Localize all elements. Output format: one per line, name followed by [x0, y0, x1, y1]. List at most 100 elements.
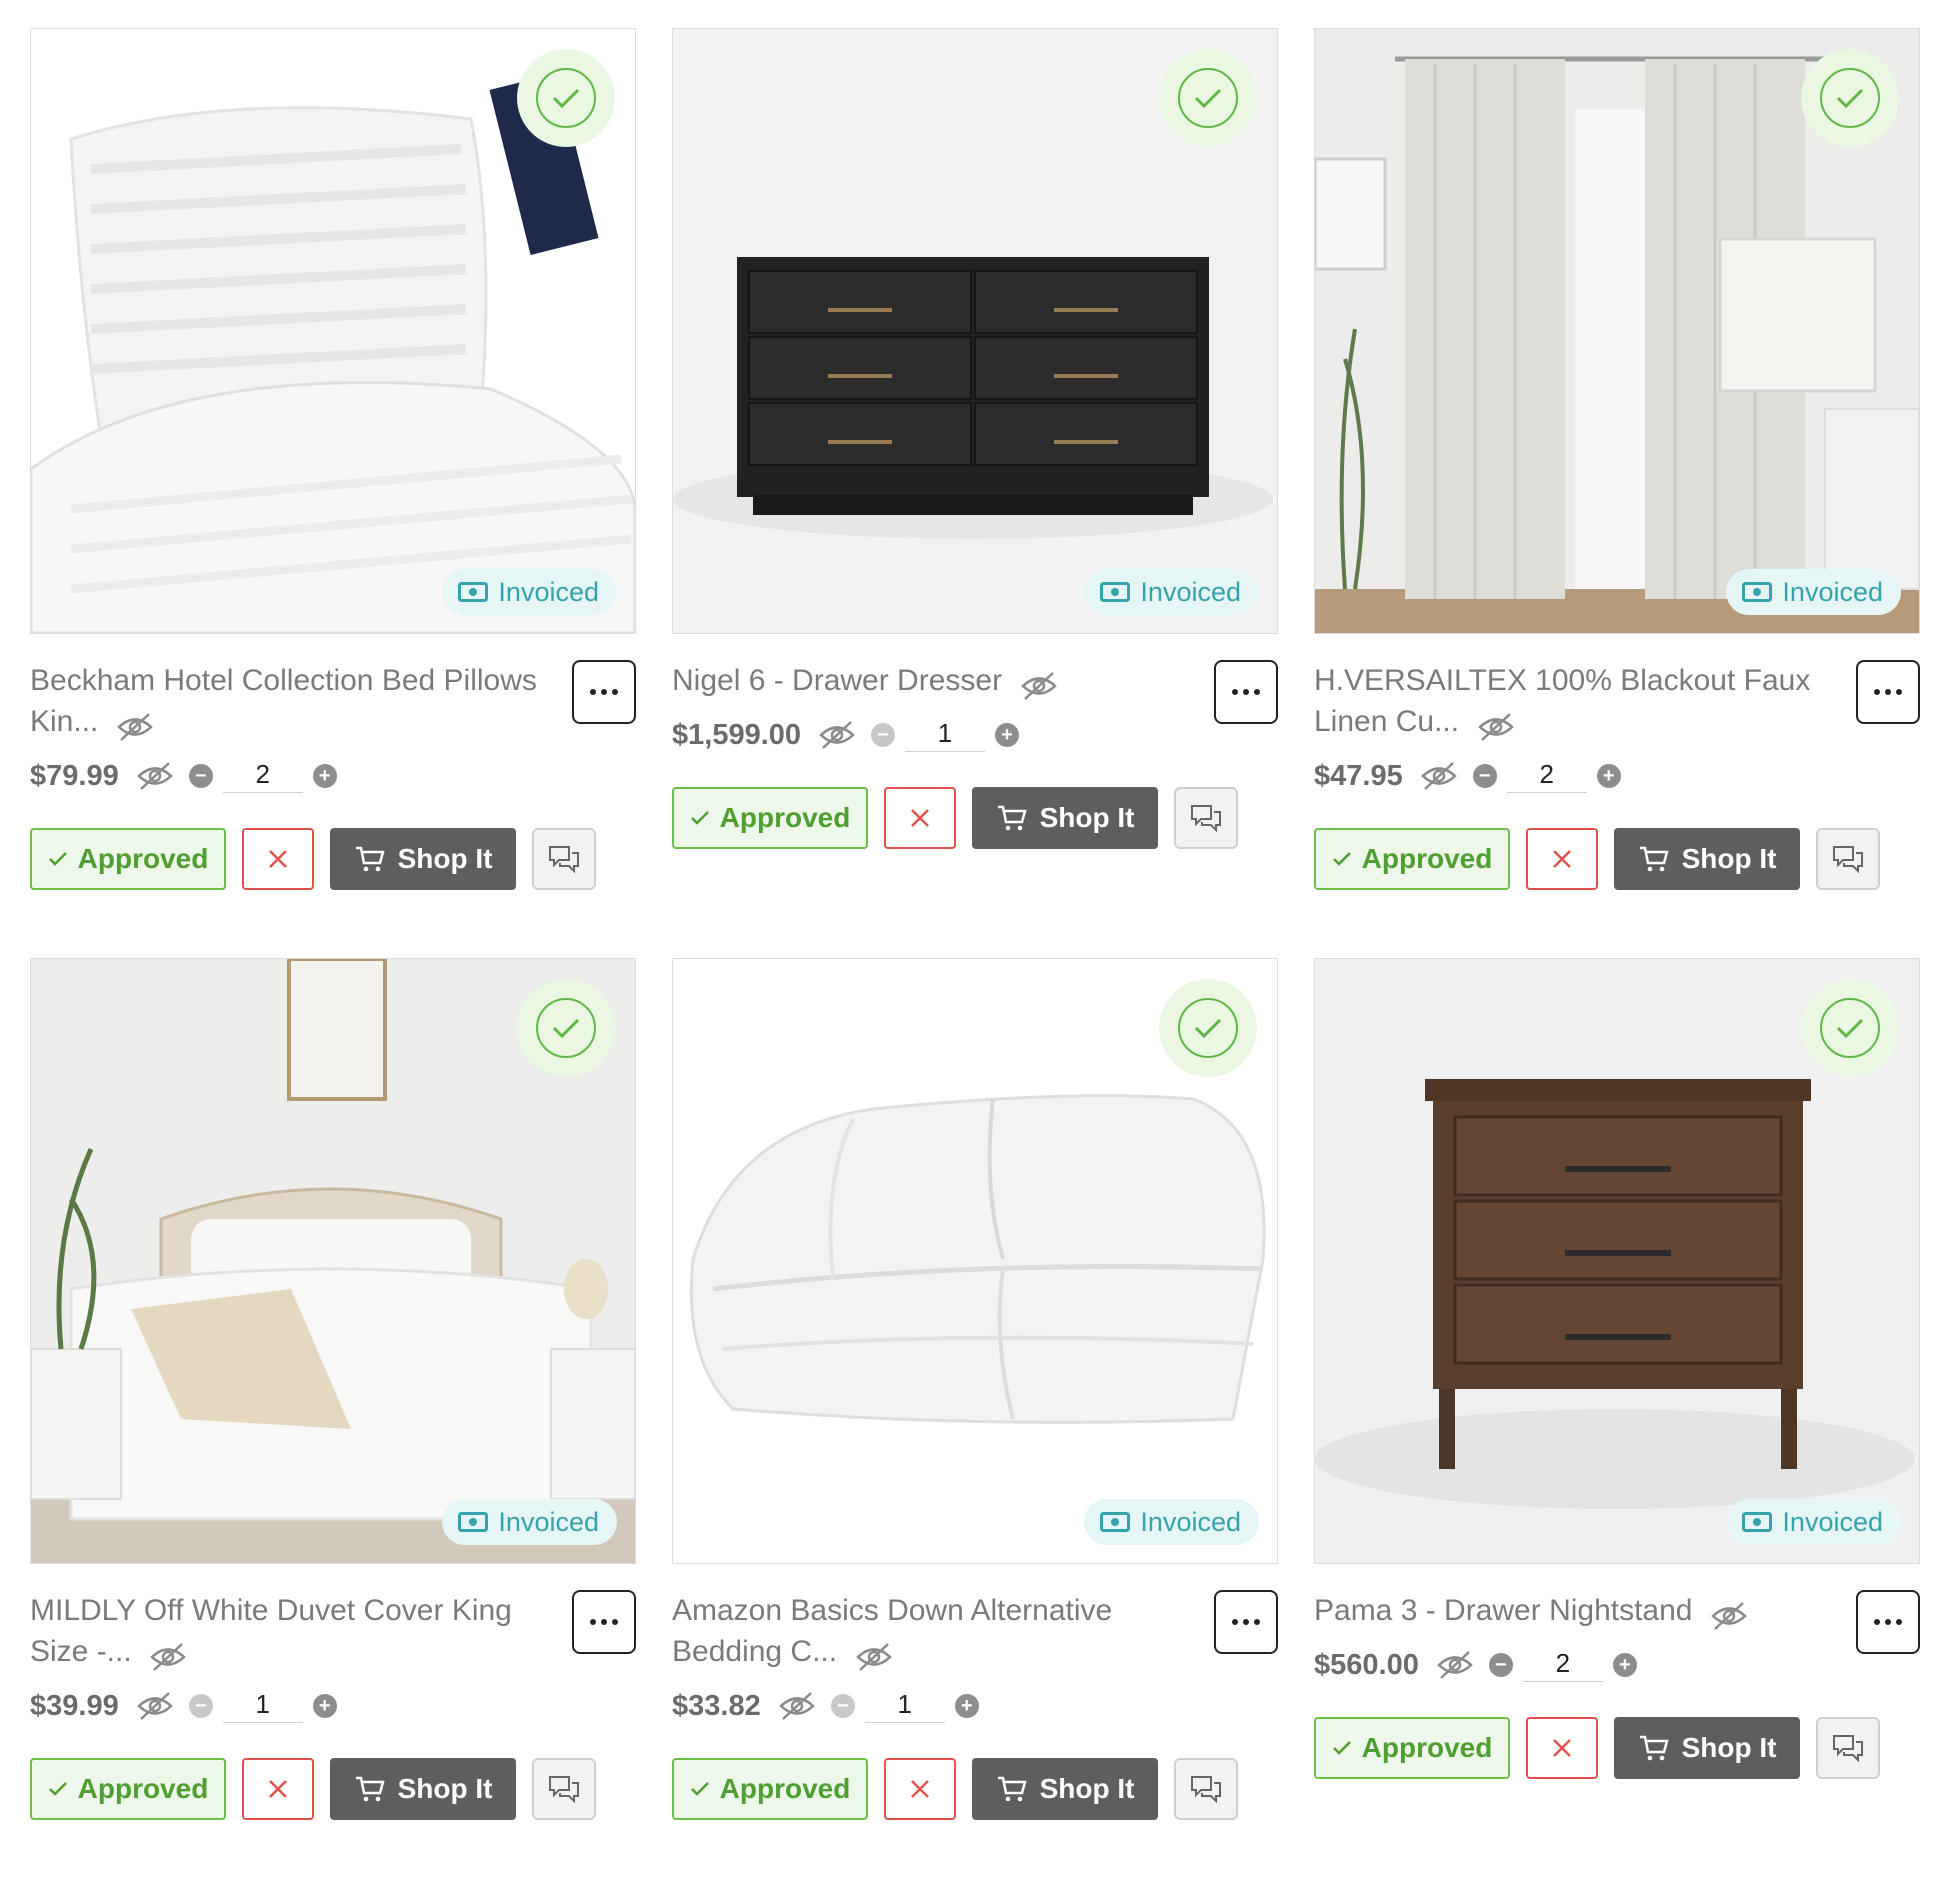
product-title[interactable]: Pama 3 - Drawer Nightstand	[1314, 1594, 1693, 1627]
approved-button[interactable]: Approved	[30, 1758, 226, 1820]
eye-slash-icon[interactable]	[1435, 1650, 1475, 1680]
product-image[interactable]: Invoiced	[672, 28, 1278, 634]
money-icon	[1742, 582, 1773, 602]
more-options-button[interactable]	[1214, 1590, 1278, 1654]
invoiced-badge: Invoiced	[1084, 569, 1259, 615]
comments-button[interactable]	[1816, 828, 1880, 890]
product-title[interactable]: Beckham Hotel Collection Bed Pillows Kin…	[30, 664, 537, 738]
eye-slash-icon[interactable]	[135, 1691, 175, 1721]
increase-quantity-button[interactable]: +	[312, 1694, 337, 1718]
product-image[interactable]: Invoiced	[1314, 958, 1920, 1564]
reject-button[interactable]	[242, 1758, 314, 1820]
product-image[interactable]: Invoiced	[1314, 28, 1920, 634]
shop-it-button[interactable]: Shop It	[1614, 828, 1800, 890]
eye-slash-icon[interactable]	[115, 712, 155, 742]
shop-it-label: Shop It	[1681, 1732, 1777, 1763]
quantity-value[interactable]: 2	[222, 759, 303, 793]
quantity-value[interactable]: 1	[864, 1689, 945, 1723]
eye-slash-icon[interactable]	[777, 1691, 817, 1721]
check-icon	[1178, 998, 1238, 1058]
approved-button[interactable]: Approved	[30, 828, 226, 890]
product-image[interactable]: Invoiced	[30, 28, 636, 634]
reject-button[interactable]	[242, 828, 314, 890]
money-icon	[1742, 1512, 1773, 1532]
comments-button[interactable]	[532, 828, 596, 890]
eye-slash-icon[interactable]	[1476, 712, 1516, 742]
shop-it-button[interactable]: Shop It	[330, 828, 516, 890]
checkmark-icon	[690, 1782, 709, 1796]
close-icon	[269, 1780, 287, 1798]
close-icon	[1553, 1739, 1571, 1757]
product-title[interactable]: H.VERSAILTEX 100% Blackout Faux Linen Cu…	[1314, 664, 1810, 738]
decrease-quantity-button[interactable]: −	[871, 723, 896, 747]
eye-slash-icon[interactable]	[148, 1642, 188, 1672]
quantity-value[interactable]: 2	[1522, 1648, 1603, 1682]
more-options-button[interactable]	[572, 1590, 636, 1654]
product-card: Invoiced MILDLY Off White Duvet Cover Ki…	[30, 958, 636, 1888]
quantity-value[interactable]: 2	[1506, 759, 1587, 793]
increase-quantity-button[interactable]: +	[1612, 1653, 1637, 1677]
money-icon	[1100, 1512, 1131, 1532]
approved-button[interactable]: Approved	[1314, 828, 1510, 890]
approved-check-badge	[517, 979, 615, 1077]
approved-button[interactable]: Approved	[672, 1758, 868, 1820]
quantity-value[interactable]: 1	[905, 718, 986, 752]
more-options-button[interactable]	[1214, 660, 1278, 724]
quantity-value[interactable]: 1	[222, 1689, 303, 1723]
comments-button[interactable]	[1174, 787, 1238, 849]
approved-button[interactable]: Approved	[672, 787, 868, 849]
eye-slash-icon[interactable]	[1419, 761, 1459, 791]
chat-bubbles-icon	[549, 846, 579, 874]
approved-check-badge	[1159, 979, 1257, 1077]
more-options-button[interactable]	[572, 660, 636, 724]
product-price: $79.99	[30, 759, 119, 792]
chat-bubbles-icon	[1191, 805, 1221, 833]
comments-button[interactable]	[1816, 1717, 1880, 1779]
approved-label: Approved	[1361, 1732, 1493, 1763]
shop-it-button[interactable]: Shop It	[972, 1758, 1158, 1820]
reject-button[interactable]	[884, 1758, 956, 1820]
product-title[interactable]: MILDLY Off White Duvet Cover King Size -…	[30, 1594, 512, 1668]
more-options-button[interactable]	[1856, 660, 1920, 724]
comments-button[interactable]	[532, 1758, 596, 1820]
approved-button[interactable]: Approved	[1314, 1717, 1510, 1779]
product-card: Invoiced Nigel 6 - Drawer Dresser $1,599…	[672, 28, 1278, 958]
reject-button[interactable]	[884, 787, 956, 849]
decrease-quantity-button[interactable]: −	[188, 764, 213, 788]
product-image[interactable]: Invoiced	[30, 958, 636, 1564]
product-image[interactable]: Invoiced	[672, 958, 1278, 1564]
cart-icon	[997, 1776, 1027, 1802]
increase-quantity-button[interactable]: +	[312, 764, 337, 788]
more-options-button[interactable]	[1856, 1590, 1920, 1654]
shop-it-button[interactable]: Shop It	[330, 1758, 516, 1820]
increase-quantity-button[interactable]: +	[1596, 764, 1621, 788]
decrease-quantity-button[interactable]: −	[1488, 1653, 1513, 1677]
eye-slash-icon[interactable]	[1709, 1601, 1749, 1631]
comments-button[interactable]	[1174, 1758, 1238, 1820]
eye-slash-icon[interactable]	[1019, 671, 1059, 701]
invoiced-label: Invoiced	[1782, 576, 1883, 607]
increase-quantity-button[interactable]: +	[995, 723, 1020, 747]
reject-button[interactable]	[1526, 1717, 1598, 1779]
invoiced-badge: Invoiced	[442, 1499, 617, 1545]
shop-it-button[interactable]: Shop It	[972, 787, 1158, 849]
shop-it-button[interactable]: Shop It	[1614, 1717, 1800, 1779]
check-icon	[1820, 68, 1880, 128]
decrease-quantity-button[interactable]: −	[1472, 764, 1497, 788]
checkmark-icon	[48, 852, 67, 866]
check-icon	[1820, 998, 1880, 1058]
close-icon	[1553, 850, 1571, 868]
check-icon	[536, 998, 596, 1058]
invoiced-label: Invoiced	[498, 1506, 599, 1537]
decrease-quantity-button[interactable]: −	[188, 1694, 213, 1718]
decrease-quantity-button[interactable]: −	[830, 1694, 855, 1718]
shop-it-label: Shop It	[397, 1773, 493, 1804]
increase-quantity-button[interactable]: +	[954, 1694, 979, 1718]
eye-slash-icon[interactable]	[817, 720, 857, 750]
eye-slash-icon[interactable]	[854, 1642, 894, 1672]
eye-slash-icon[interactable]	[135, 761, 175, 791]
reject-button[interactable]	[1526, 828, 1598, 890]
product-title[interactable]: Nigel 6 - Drawer Dresser	[672, 664, 1002, 697]
checkmark-icon	[690, 811, 709, 825]
cart-icon	[1639, 1735, 1669, 1761]
